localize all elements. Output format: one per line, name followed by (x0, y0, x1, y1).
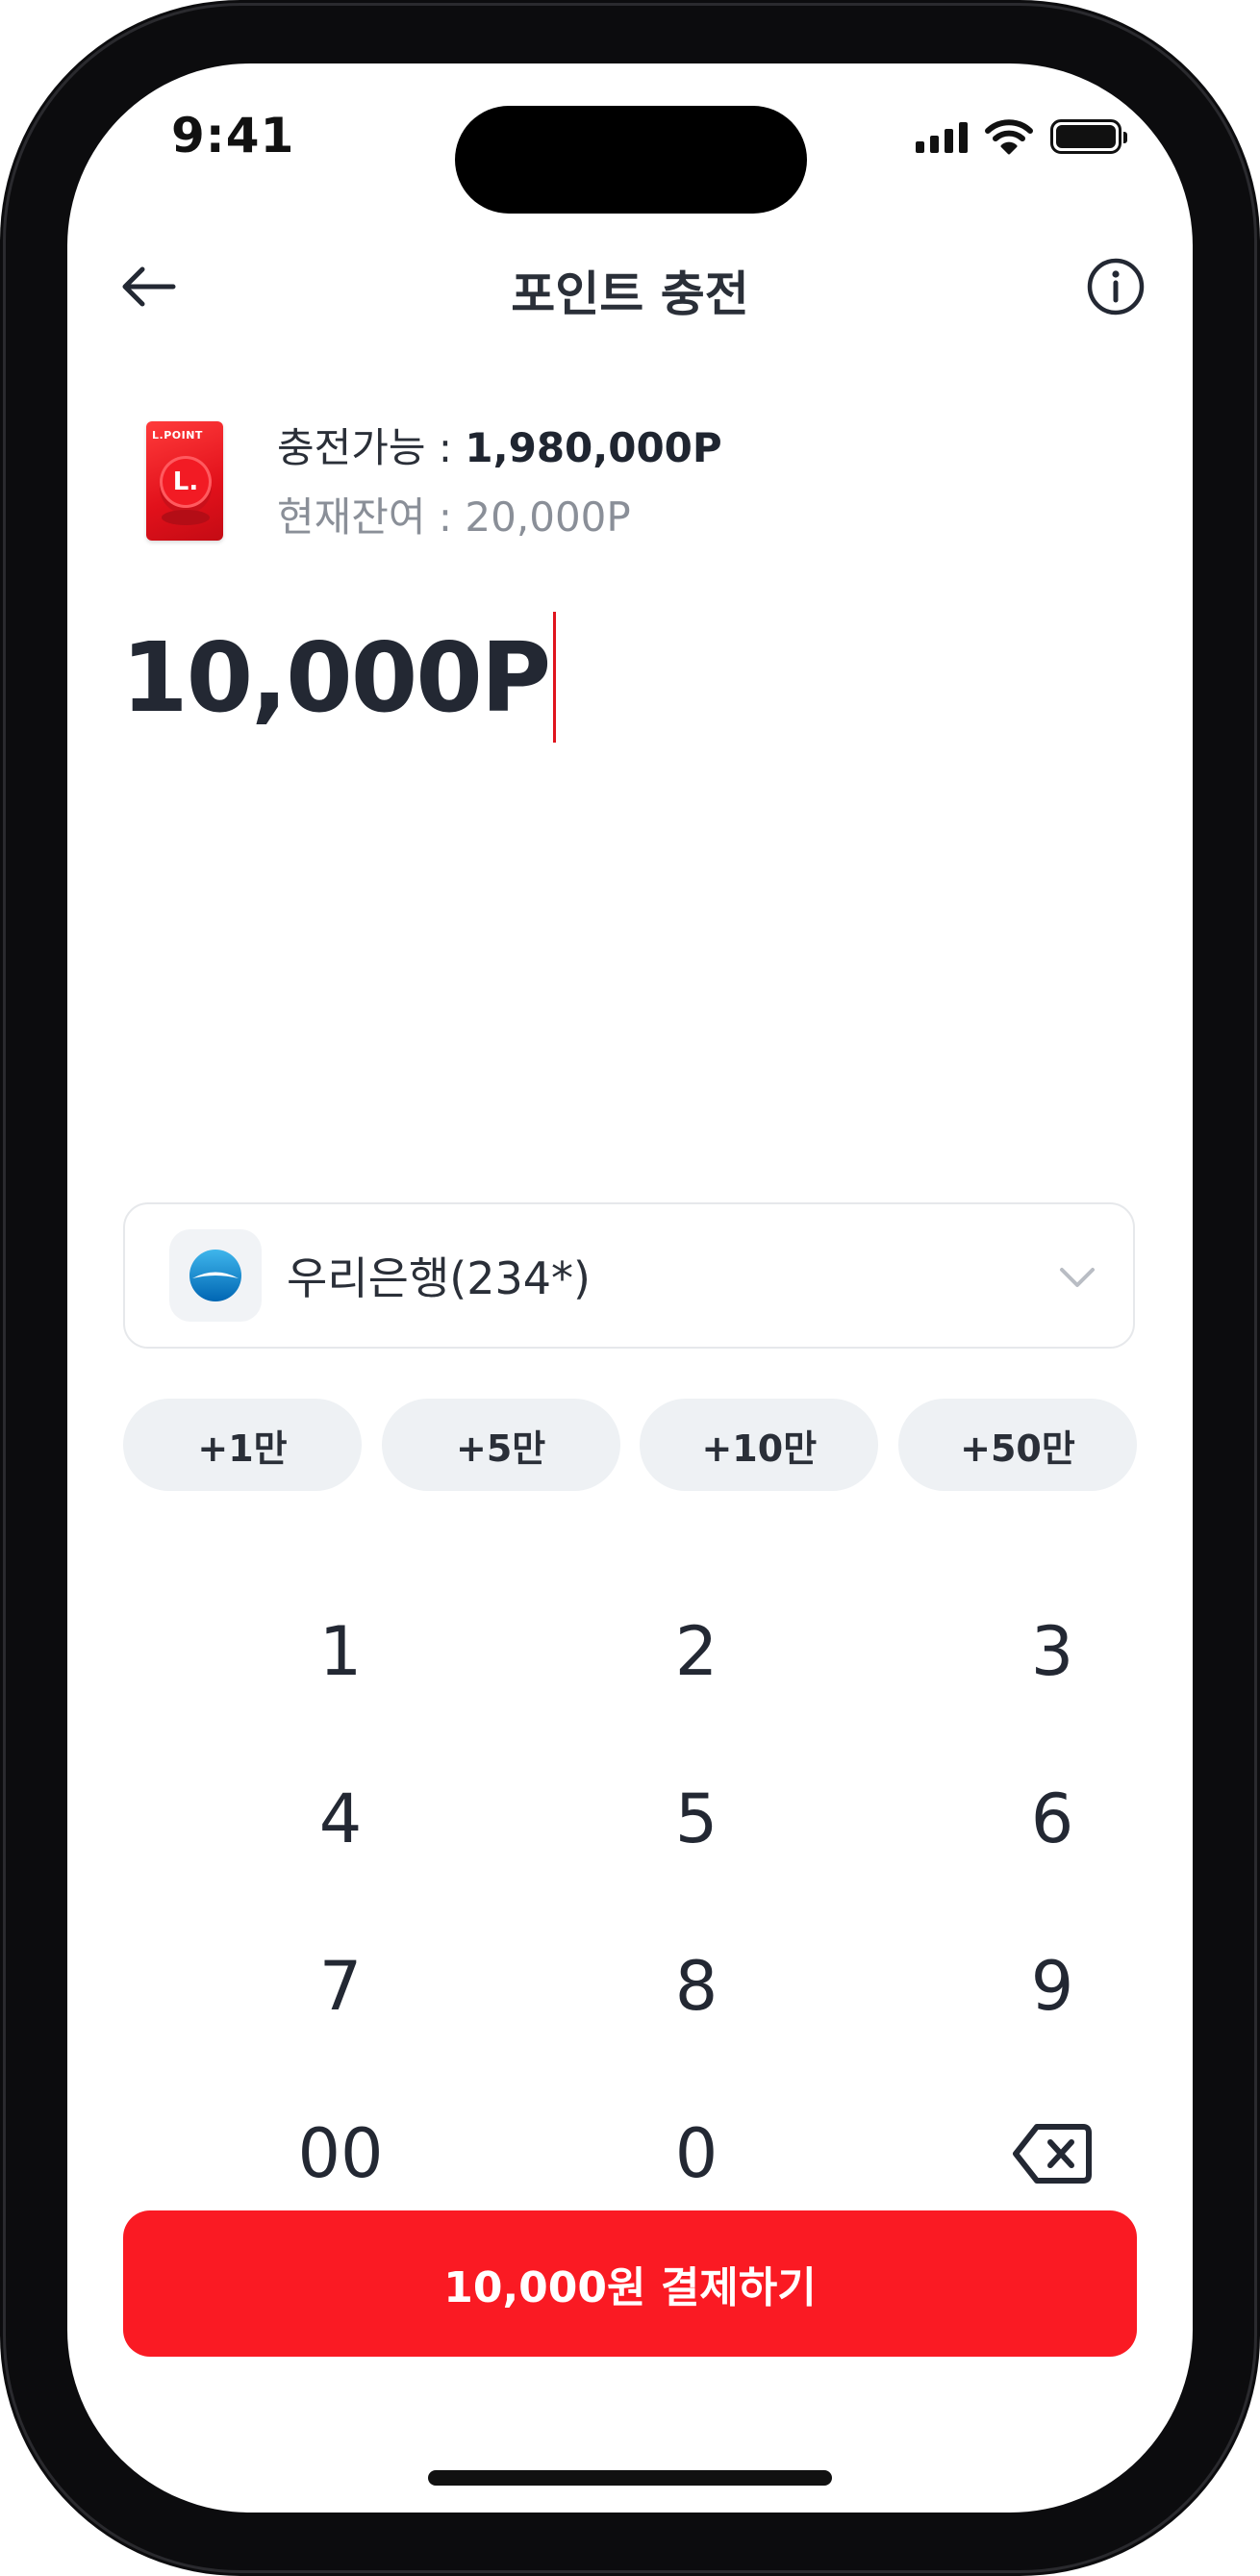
balance-label: 현재잔여 : (277, 493, 466, 541)
key-8[interactable]: 8 (552, 1914, 841, 2058)
lpoint-card-icon: L.POINT L. (146, 421, 223, 541)
page-title: 포인트 충전 (511, 266, 749, 322)
key-00[interactable]: 00 (196, 2082, 485, 2226)
cellular-signal-icon (916, 120, 968, 153)
key-9[interactable]: 9 (908, 1914, 1193, 2058)
add-10000-button[interactable]: +1만 (123, 1399, 362, 1491)
key-0[interactable]: 0 (552, 2082, 841, 2226)
amount-input[interactable]: 10,000P (121, 612, 557, 743)
screen: 9:41 포인트 충전 L.POINT L. 충전가능: 1,980,000P… (67, 63, 1193, 2513)
amount-value: 10,000P (121, 620, 551, 734)
add-50000-button[interactable]: +5만 (381, 1399, 620, 1491)
available-value: 1,980,000P (465, 424, 722, 471)
info-button[interactable] (1081, 252, 1150, 321)
chevron-down-icon (1060, 1268, 1095, 1287)
key-3[interactable]: 3 (908, 1579, 1193, 1724)
current-balance: 현재잔여 : 20,000P (277, 485, 631, 543)
key-6[interactable]: 6 (908, 1747, 1193, 1891)
info-icon (1087, 258, 1145, 316)
backspace-icon (1013, 2124, 1092, 2184)
key-5[interactable]: 5 (552, 1747, 841, 1891)
card-coin: L. (160, 456, 212, 508)
key-2[interactable]: 2 (552, 1579, 841, 1724)
backspace-key[interactable] (908, 2082, 1193, 2226)
status-icons (916, 115, 1127, 158)
bank-name: 우리은행(234*) (287, 1252, 591, 1304)
key-1[interactable]: 1 (196, 1579, 485, 1724)
card-brand-text: L.POINT (152, 429, 203, 442)
bank-logo (169, 1229, 262, 1322)
phone-frame: 9:41 포인트 충전 L.POINT L. 충전가능: 1,980,000P… (0, 0, 1260, 2576)
status-time: 9:41 (171, 108, 295, 164)
battery-icon (1050, 119, 1127, 154)
dynamic-island (455, 106, 807, 214)
add-100000-button[interactable]: +10만 (640, 1399, 879, 1491)
text-caret (553, 612, 557, 743)
bank-account-select[interactable]: 우리은행(234*) (123, 1202, 1135, 1349)
woori-bank-icon (189, 1250, 241, 1301)
available-amount: 충전가능 : 1,980,000P (277, 416, 722, 474)
card-coin-stack (162, 510, 210, 525)
add-500000-button[interactable]: +50만 (897, 1399, 1137, 1491)
key-4[interactable]: 4 (196, 1747, 485, 1891)
pay-button[interactable]: 10,000원 결제하기 (123, 2210, 1137, 2357)
balance-value: 20,000P (465, 493, 631, 541)
home-indicator[interactable] (428, 2470, 832, 2486)
wifi-icon (985, 119, 1033, 155)
available-label: 충전가능 : (277, 424, 466, 471)
key-7[interactable]: 7 (196, 1914, 485, 2058)
quick-amount-buttons: +1만 +5만 +10만 +50만 (123, 1399, 1137, 1491)
